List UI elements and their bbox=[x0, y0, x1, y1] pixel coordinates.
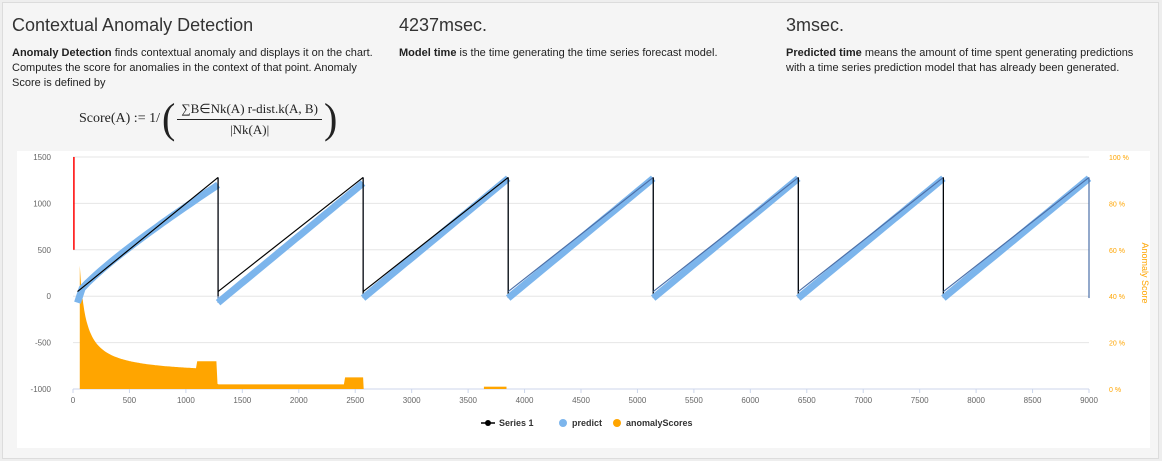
formula-denominator: |Nk(A)| bbox=[230, 121, 270, 137]
anomaly-description: Anomaly Detection finds contextual anoma… bbox=[12, 46, 382, 91]
y-left-tick-label: 0 bbox=[47, 292, 52, 301]
series-1-line bbox=[507, 176, 654, 293]
legend-anomaly-marker bbox=[613, 419, 621, 427]
series-1-line bbox=[652, 176, 799, 293]
y-left-tick-label: 1500 bbox=[33, 153, 51, 162]
formula-numerator: ∑B∈Nk(A) r-dist.k(A, B) bbox=[177, 101, 322, 120]
x-tick-label: 1500 bbox=[233, 396, 251, 405]
legend-series-1-label: Series 1 bbox=[499, 418, 534, 428]
y-left-tick-label: -500 bbox=[35, 339, 52, 348]
model-time-value: 4237msec. bbox=[399, 15, 488, 35]
y-right-tick-label: 20 % bbox=[1109, 341, 1125, 348]
x-tick-label: 3000 bbox=[403, 396, 421, 405]
y-left-tick-label: 500 bbox=[38, 246, 52, 255]
series-1-line bbox=[217, 176, 364, 293]
predicted-time-bold: Predicted time bbox=[786, 47, 862, 59]
x-tick-label: 0 bbox=[71, 396, 76, 405]
x-tick-label: 5000 bbox=[629, 396, 647, 405]
series-1-line bbox=[362, 176, 509, 293]
predict-line bbox=[796, 175, 946, 301]
model-time-bold: Model time bbox=[399, 47, 457, 59]
anomaly-scores-area bbox=[79, 265, 364, 389]
predicted-time-value: 3msec. bbox=[786, 15, 845, 35]
predicted-time-description: Predicted time means the amount of time … bbox=[786, 46, 1151, 76]
anomaly-column: Contextual Anomaly Detection Anomaly Det… bbox=[12, 15, 382, 91]
formula-right-paren: ) bbox=[323, 94, 338, 143]
x-tick-label: 8500 bbox=[1024, 396, 1042, 405]
y-left-tick-label: -1000 bbox=[31, 385, 52, 394]
anomaly-chart: 150010005000-500-1000100 %80 %60 %40 %20… bbox=[31, 153, 1150, 428]
x-tick-label: 7500 bbox=[911, 396, 929, 405]
x-tick-label: 4500 bbox=[572, 396, 590, 405]
y-right-axis-label: Anomaly Score bbox=[1140, 242, 1150, 303]
legend-predict-label: predict bbox=[572, 418, 602, 428]
chart-legend: Series 1 predict anomalyScores bbox=[481, 418, 693, 428]
y-left-tick-label: 1000 bbox=[33, 199, 51, 208]
predict-line bbox=[215, 180, 366, 306]
x-tick-label: 4000 bbox=[516, 396, 534, 405]
x-tick-label: 9000 bbox=[1080, 396, 1098, 405]
x-tick-label: 1000 bbox=[177, 396, 195, 405]
x-tick-label: 5500 bbox=[685, 396, 703, 405]
anomaly-desc-bold: Anomaly Detection bbox=[12, 47, 112, 59]
legend-anomaly-label: anomalyScores bbox=[626, 418, 693, 428]
x-tick-label: 3500 bbox=[459, 396, 477, 405]
chart-container: 1500 1000 500 0 -500 -1000 100 % 80 % 60 % 40 % 20… bbox=[17, 151, 1150, 448]
x-tick-label: 6000 bbox=[741, 396, 759, 405]
legend-predict-marker bbox=[559, 419, 567, 427]
series-1-line bbox=[943, 176, 1090, 293]
x-tick-label: 2000 bbox=[290, 396, 308, 405]
x-tick-label: 500 bbox=[123, 396, 137, 405]
anomaly-scores-bar bbox=[483, 386, 507, 389]
predict-line bbox=[650, 175, 801, 301]
score-formula: Score(A) := 1/ ( ∑B∈Nk(A) r-dist.k(A, B)… bbox=[79, 94, 339, 143]
legend-series-1-marker bbox=[485, 420, 491, 426]
model-time-description: Model time is the time generating the ti… bbox=[399, 46, 739, 61]
predict-line bbox=[941, 175, 1092, 301]
y-right-tick-label: 60 % bbox=[1109, 248, 1125, 255]
x-tick-label: 2500 bbox=[346, 396, 364, 405]
formula-left-paren: ( bbox=[162, 94, 176, 143]
formula-lhs: Score(A) := 1/ bbox=[79, 111, 160, 126]
series-1-line bbox=[77, 176, 219, 293]
series-1-line bbox=[797, 176, 944, 293]
y-right-tick-label: 0 % bbox=[1109, 387, 1121, 394]
predict-line bbox=[74, 181, 221, 304]
predict-line bbox=[360, 175, 511, 301]
x-tick-label: 6500 bbox=[798, 396, 816, 405]
formula-fraction: ∑B∈Nk(A) r-dist.k(A, B) |Nk(A)| bbox=[177, 101, 322, 138]
y-right-tick-label: 80 % bbox=[1109, 201, 1125, 208]
content-panel: Contextual Anomaly Detection Anomaly Det… bbox=[2, 2, 1159, 459]
y-right-tick-label: 100 % bbox=[1109, 155, 1129, 162]
page-title: Contextual Anomaly Detection bbox=[12, 15, 254, 35]
y-right-tick-label: 40 % bbox=[1109, 294, 1125, 301]
x-tick-label: 7000 bbox=[854, 396, 872, 405]
predict-line bbox=[505, 175, 656, 301]
model-time-text: is the time generating the time series f… bbox=[456, 47, 718, 59]
predicted-time-column: 3msec. Predicted time means the amount o… bbox=[786, 15, 1151, 76]
model-time-column: 4237msec. Model time is the time generat… bbox=[399, 15, 739, 61]
x-tick-label: 8000 bbox=[967, 396, 985, 405]
